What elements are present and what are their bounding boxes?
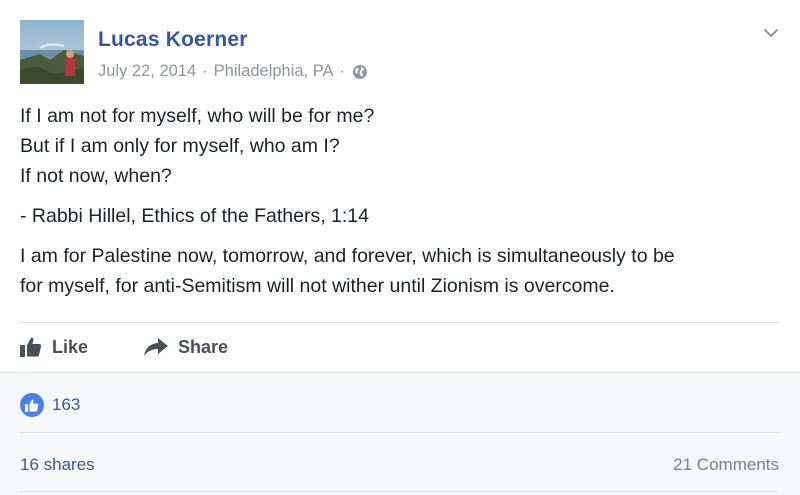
avatar[interactable] [20, 20, 84, 84]
thumbs-up-icon [20, 337, 42, 357]
quote-line: If not now, when? [20, 165, 172, 187]
like-reaction-icon [20, 393, 44, 417]
statement-line: I am for Palestine now, tomorrow, and fo… [20, 245, 675, 267]
quote-line: But if I am only for myself, who am I? [20, 135, 340, 157]
statement-line: for myself, for anti-Semitism will not w… [20, 275, 615, 297]
share-label: Share [178, 336, 229, 357]
post-location[interactable]: Philadelphia, PA [214, 62, 334, 81]
quote-line: If I am not for myself, who will be for … [20, 105, 375, 127]
post-footer: 163 16 shares 21 Comments [0, 372, 800, 495]
post-attribution: - Rabbi Hillel, Ethics of the Fathers, 1… [20, 205, 369, 227]
divider [20, 432, 779, 433]
post-meta: July 22, 2014 · Philadelphia, PA · [98, 62, 368, 81]
share-button[interactable]: Share [144, 333, 228, 361]
divider [20, 491, 779, 492]
post-statement: I am for Palestine now, tomorrow, and fo… [20, 241, 675, 301]
share-arrow-icon [144, 338, 168, 356]
author-name[interactable]: Lucas Koerner [98, 28, 248, 52]
like-label: Like [52, 336, 89, 357]
reactions-summary[interactable]: 163 [20, 393, 80, 417]
globe-icon[interactable] [352, 64, 368, 80]
divider [20, 322, 779, 323]
like-button[interactable]: Like [20, 333, 88, 361]
post-quote: If I am not for myself, who will be for … [20, 101, 374, 191]
post-date[interactable]: July 22, 2014 [98, 62, 196, 81]
shares-link[interactable]: 16 shares [20, 455, 95, 475]
comments-link[interactable]: 21 Comments [673, 455, 779, 475]
chevron-down-icon[interactable] [763, 26, 779, 38]
facebook-post: Lucas Koerner July 22, 2014 · Philadelph… [0, 0, 800, 495]
reaction-count: 163 [52, 395, 81, 414]
meta-separator: · [339, 62, 346, 80]
meta-separator: · [202, 62, 208, 80]
